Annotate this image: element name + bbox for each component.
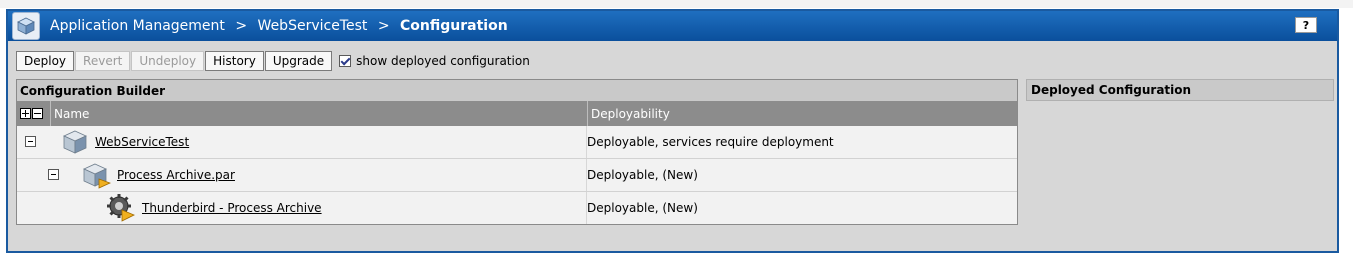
deployability-value: Deployable, (New) [587,201,698,215]
expand-all-icon[interactable] [20,108,31,119]
application-cube-icon [61,128,89,156]
breadcrumb-webservicetest[interactable]: WebServiceTest [258,18,368,34]
grid-header: Name Deployability [17,101,1017,126]
toolbar: Deploy Revert Undeploy History Upgrade s… [16,51,530,71]
deploy-button[interactable]: Deploy [16,51,75,71]
tree-item-webservicetest[interactable]: WebServiceTest [95,135,189,149]
tree-row: Thunderbird - Process Archive Deployable… [17,192,1017,224]
tree-row: WebServiceTest Deployable, services requ… [17,126,1017,159]
process-gear-icon [107,194,135,222]
upgrade-button[interactable]: Upgrade [264,51,333,71]
breadcrumb-current: Configuration [400,18,508,34]
deployability-value: Deployable, (New) [587,168,698,182]
undeploy-button[interactable]: Undeploy [131,51,205,71]
tree-item-thunderbird-process-archive[interactable]: Thunderbird - Process Archive [142,201,322,215]
tree-item-process-archive-par[interactable]: Process Archive.par [117,168,235,182]
expand-collapse-all [17,108,50,119]
title-bar: Application Management > WebServiceTest … [8,11,1337,41]
breadcrumb-separator: > [235,18,248,34]
archive-cube-icon [83,161,112,189]
show-deployed-checkbox[interactable] [339,55,352,67]
deployability-value: Deployable, services require deployment [587,135,834,149]
breadcrumb: Application Management > WebServiceTest … [50,18,508,34]
deployed-configuration-header: Deployed Configuration [1026,79,1334,101]
history-button[interactable]: History [205,51,264,71]
revert-button[interactable]: Revert [75,51,131,71]
help-button[interactable]: ? [1295,17,1317,33]
configuration-builder: Configuration Builder Name Deployability… [16,79,1018,225]
collapse-toggle-icon[interactable] [25,136,36,147]
collapse-all-icon[interactable] [32,108,43,119]
column-header-name[interactable]: Name [50,101,586,126]
configuration-panel: Application Management > WebServiceTest … [6,9,1339,253]
breadcrumb-app-management[interactable]: Application Management [50,18,225,34]
builder-title: Configuration Builder [17,80,1017,101]
show-deployed-label: show deployed configuration [356,54,530,68]
tree-row: Process Archive.par Deployable, (New) [17,159,1017,192]
breadcrumb-separator: > [377,18,390,34]
collapse-toggle-icon[interactable] [48,169,59,180]
top-band [0,0,1353,8]
column-header-deployability[interactable]: Deployability [587,101,670,126]
application-cube-icon [12,12,40,40]
